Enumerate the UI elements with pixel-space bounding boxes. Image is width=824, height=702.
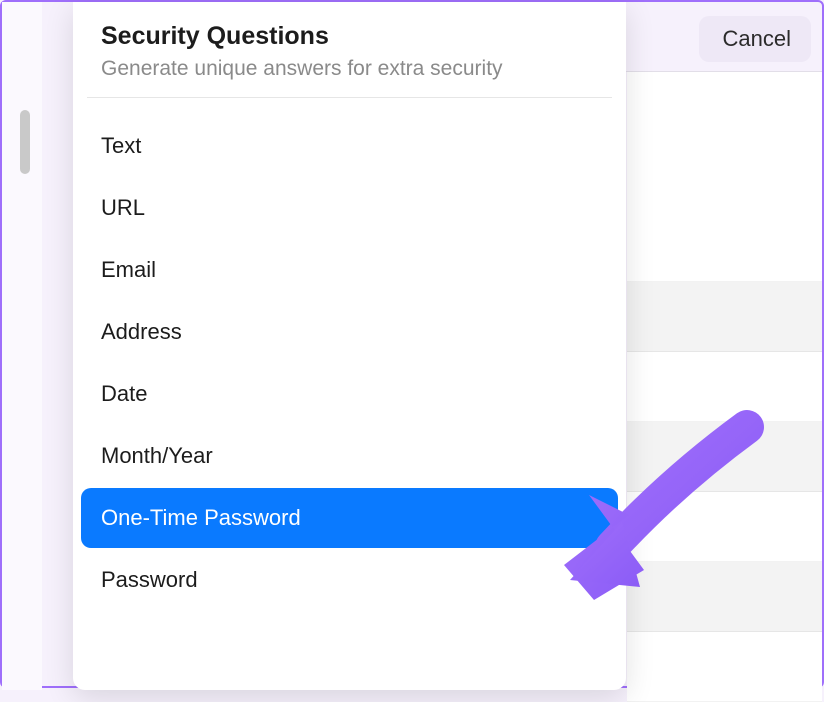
field-type-text[interactable]: Text [81,116,618,176]
scrollbar-thumb[interactable] [20,110,30,174]
popover-header: Security Questions Generate unique answe… [87,22,612,98]
field-type-date[interactable]: Date [81,364,618,424]
field-type-address[interactable]: Address [81,302,618,362]
field-type-password[interactable]: Password [81,550,618,610]
header-subtitle: Generate unique answers for extra securi… [101,57,598,81]
bg-row [627,422,822,492]
field-type-popover: Security Questions Generate unique answe… [73,2,626,690]
field-type-url[interactable]: URL [81,178,618,238]
bg-row [627,632,822,702]
bg-row [627,72,822,282]
header-title: Security Questions [101,22,598,51]
field-type-list: Text URL Email Address Date Month/Year O… [73,110,626,610]
divider [626,71,822,72]
field-type-one-time-password[interactable]: One-Time Password [81,488,618,548]
field-type-email[interactable]: Email [81,240,618,300]
bg-row [627,492,822,562]
bg-row [627,282,822,352]
sidebar-edge [2,2,42,690]
field-type-month-year[interactable]: Month/Year [81,426,618,486]
bg-row [627,562,822,632]
bg-row [627,352,822,422]
background-list [627,72,822,690]
cancel-button[interactable]: Cancel [699,16,811,62]
